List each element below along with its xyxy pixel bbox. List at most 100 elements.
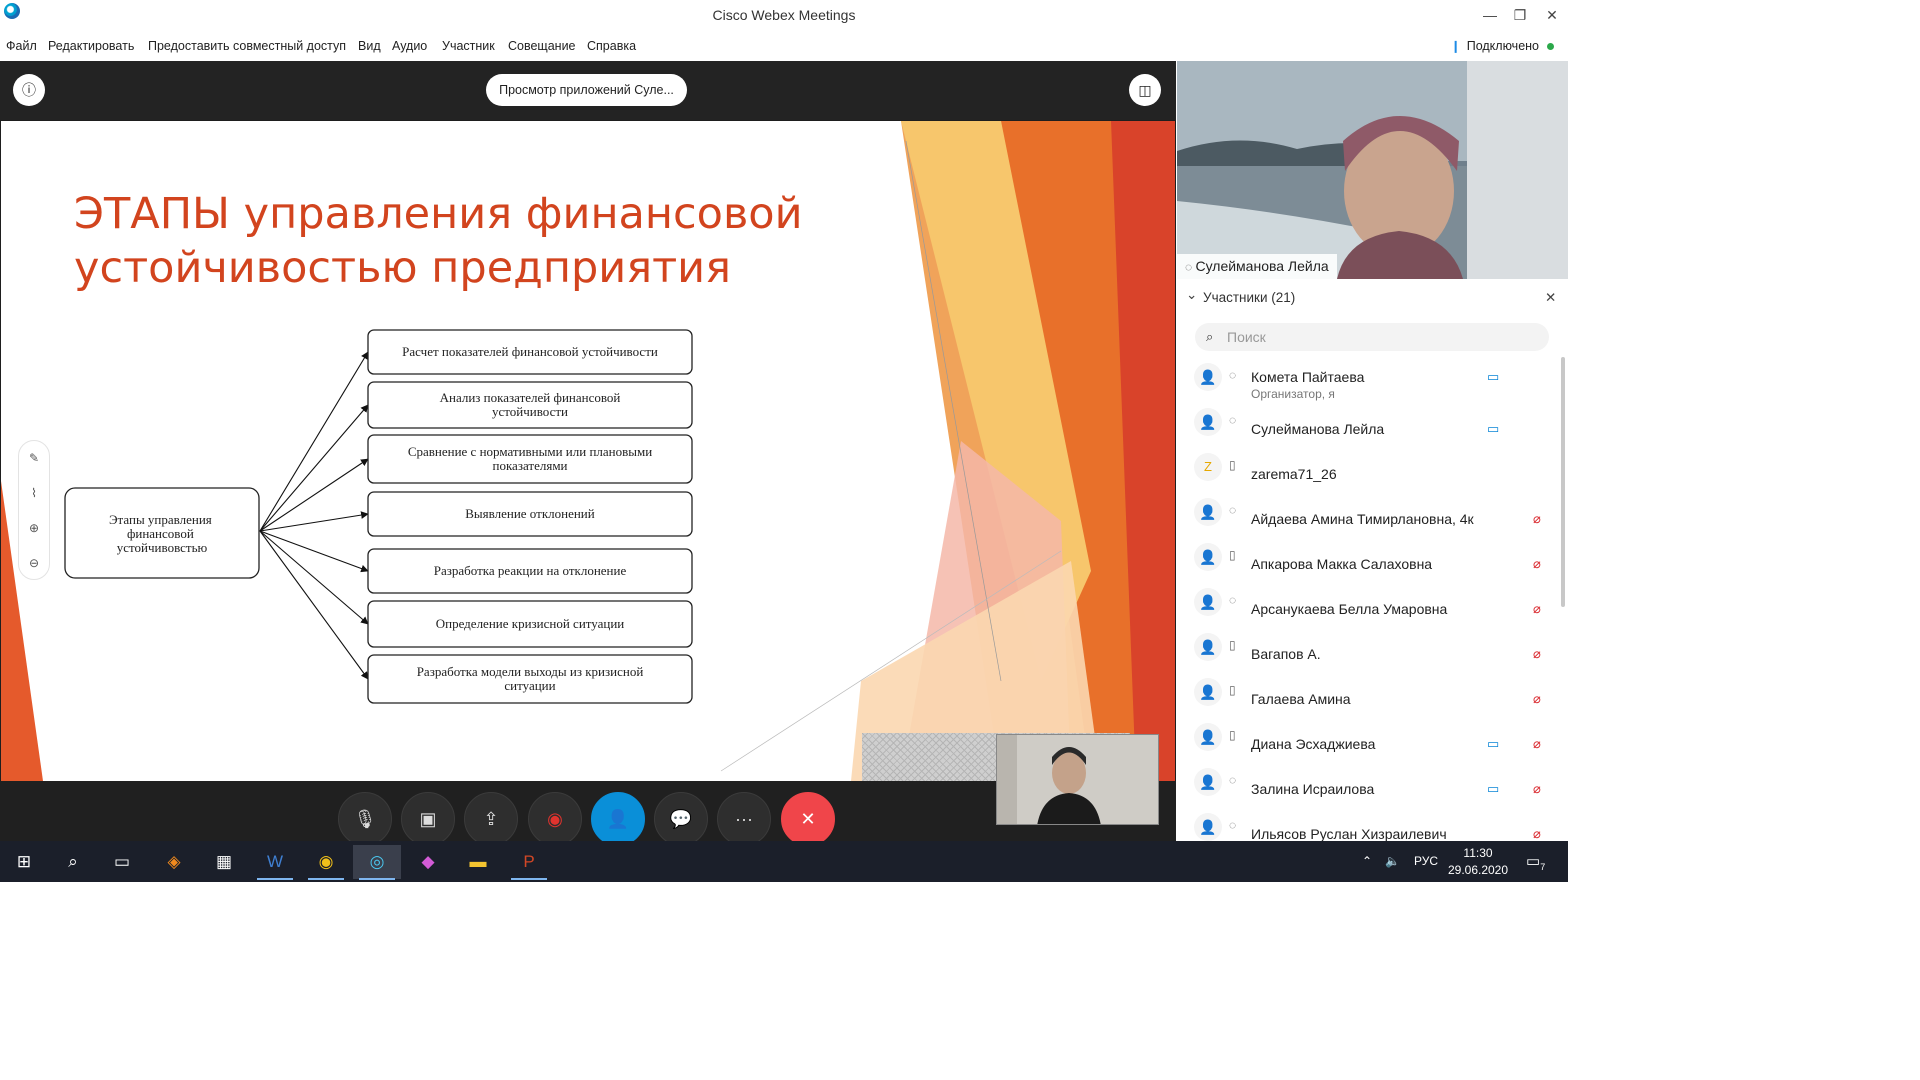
menu-audio[interactable]: Аудио	[392, 39, 427, 53]
participant-row[interactable]: 👤 ◌ Комета Пайтаева Организатор, я ▭	[1177, 357, 1557, 402]
annotation-toolbar: ✎ ⌇ ⊕ ⊖	[18, 440, 50, 580]
headset-icon: ◌	[1229, 368, 1237, 382]
active-speaker-video[interactable]: ◌ Сулейманова Лейла	[1177, 61, 1568, 279]
participant-name: Залина Исраилова	[1251, 781, 1375, 797]
participants-panel-header: ⌄ Участники (21) ✕	[1177, 287, 1568, 309]
participant-role: Организатор, я	[1251, 387, 1335, 401]
explorer-icon[interactable]: ▬	[454, 845, 502, 879]
center-line-1: Этапы управления	[109, 512, 212, 527]
speaker-video-image	[1177, 61, 1568, 279]
menu-view[interactable]: Вид	[358, 39, 381, 53]
chrome-icon[interactable]: ◉	[302, 845, 350, 880]
leave-button[interactable]: ✕	[781, 792, 835, 846]
muted-mic-icon[interactable]: ⌀	[1533, 511, 1541, 527]
tray-chevron-icon[interactable]: ⌃	[1362, 841, 1372, 882]
calculator-icon[interactable]: ▦	[200, 845, 248, 879]
participant-row[interactable]: 👤 ▯ Галаева Амина ⌀	[1177, 672, 1557, 717]
webex-icon[interactable]: ◎	[353, 845, 401, 880]
user-avatar-icon: 👤	[1194, 768, 1222, 796]
participant-row[interactable]: 👤 ◌ Айдаева Амина Тимирлановна, 4к ⌀	[1177, 492, 1557, 537]
stage-box-line: Разработка модели выходы из кризисной	[417, 664, 644, 679]
muted-mic-icon[interactable]: ⌀	[1533, 826, 1541, 841]
restore-button[interactable]: ❐	[1505, 5, 1535, 25]
phone-icon: ▯	[1229, 638, 1236, 652]
windows-start-icon[interactable]: ⊞	[0, 845, 48, 879]
participant-name: Диана Эсхаджиева	[1251, 736, 1376, 752]
notifications-icon[interactable]: ▭7	[1526, 841, 1545, 882]
record-button[interactable]: ◉	[528, 792, 582, 846]
muted-mic-icon[interactable]: ⌀	[1533, 736, 1541, 752]
close-panel-icon[interactable]: ✕	[1545, 290, 1556, 306]
info-icon[interactable]: ⓘ	[13, 74, 45, 106]
menu-edit[interactable]: Редактировать	[48, 39, 134, 53]
participants-button[interactable]: 👤	[591, 792, 645, 846]
participant-name: Вагапов А.	[1251, 646, 1321, 662]
arrow-2	[259, 404, 369, 532]
video-camera-icon[interactable]: ▭	[1487, 781, 1499, 797]
participant-name: Арсанукаева Белла Умаровна	[1251, 601, 1448, 617]
powerpoint-icon[interactable]: P	[505, 845, 553, 880]
zoom-in-icon[interactable]: ⊕	[19, 511, 49, 546]
share-button[interactable]: ⇪	[464, 792, 518, 846]
user-avatar-icon: 👤	[1194, 588, 1222, 616]
chat-button[interactable]: 💬	[654, 792, 708, 846]
zoom-out-icon[interactable]: ⊖	[19, 546, 49, 581]
participant-row[interactable]: 👤 ◌ Сулейманова Лейла ▭	[1177, 402, 1557, 447]
avast-icon[interactable]: ◈	[150, 845, 198, 879]
muted-mic-icon[interactable]: ⌀	[1533, 781, 1541, 797]
minimize-button[interactable]: —	[1475, 5, 1505, 25]
self-view-video[interactable]	[996, 734, 1159, 825]
participant-name: Комета Пайтаева	[1251, 369, 1365, 385]
pointer-icon[interactable]: ⌇	[19, 476, 49, 511]
stage-box-text-5: Разработка реакции на отклонение	[434, 563, 627, 578]
arrow-5	[259, 530, 369, 573]
language-indicator[interactable]: РУС	[1414, 841, 1438, 882]
mute-button[interactable]: 🎙	[338, 792, 392, 846]
arrow-6	[259, 530, 369, 625]
video-camera-icon[interactable]: ▭	[1487, 369, 1499, 385]
stage-box-line: ситуации	[504, 678, 555, 693]
participant-row[interactable]: 👤 ▯ Диана Эсхаджиева ▭ ⌀	[1177, 717, 1557, 762]
stage-box-line: Выявление отклонений	[465, 506, 594, 521]
participant-row[interactable]: 👤 ◌ Залина Исраилова ▭ ⌀	[1177, 762, 1557, 807]
participant-row[interactable]: 👤 ▯ Вагапов А. ⌀	[1177, 627, 1557, 672]
video-camera-icon[interactable]: ▭	[1487, 421, 1499, 437]
layout-icon[interactable]: ◫	[1129, 74, 1161, 106]
participant-row[interactable]: 👤 ▯ Апкарова Макка Салаховна ⌀	[1177, 537, 1557, 582]
paint3d-icon[interactable]: ◆	[404, 845, 452, 879]
stage-box-text-6: Определение кризисной ситуации	[436, 616, 625, 631]
menu-share[interactable]: Предоставить совместный доступ	[148, 39, 346, 53]
center-line-3: устойчивовстью	[117, 540, 208, 555]
word-icon[interactable]: W	[251, 845, 299, 880]
participant-row[interactable]: 👤 ◌ Ильясов Руслан Хизраилевич ⌀	[1177, 807, 1557, 841]
arrow-3	[259, 458, 369, 532]
share-viewing-label[interactable]: Просмотр приложений Суле...	[486, 74, 687, 106]
menu-meeting[interactable]: Совещание	[508, 39, 576, 53]
content-stage: ⓘ Просмотр приложений Суле... ◫ ЭТАПЫ уп…	[0, 61, 1176, 846]
menu-help[interactable]: Справка	[587, 39, 636, 53]
muted-mic-icon[interactable]: ⌀	[1533, 601, 1541, 617]
video-camera-icon[interactable]: ▭	[1487, 736, 1499, 752]
close-window-button[interactable]: ✕	[1537, 5, 1567, 25]
menu-file[interactable]: Файл	[6, 39, 37, 53]
participants-scrollbar[interactable]	[1561, 357, 1565, 607]
menu-participant[interactable]: Участник	[442, 39, 495, 53]
notification-count: 7	[1540, 862, 1546, 872]
task-view-icon[interactable]: ▭	[98, 845, 146, 879]
video-button[interactable]: ▣	[401, 792, 455, 846]
search-icon[interactable]: ⌕	[49, 845, 97, 879]
muted-mic-icon[interactable]: ⌀	[1533, 556, 1541, 572]
participants-search-input[interactable]: ⌕ Поиск	[1195, 323, 1549, 351]
menu-bar: Файл Редактировать Предоставить совместн…	[0, 34, 1568, 60]
collapse-chevron-icon[interactable]: ⌄	[1186, 287, 1197, 303]
participant-row[interactable]: Z ▯ zarema71_26	[1177, 447, 1557, 492]
stage-box-text-1: Расчет показателей финансовой устойчивос…	[402, 344, 658, 359]
system-clock[interactable]: 11:30 29.06.2020	[1442, 845, 1514, 879]
participant-row[interactable]: 👤 ◌ Арсанукаева Белла Умаровна ⌀	[1177, 582, 1557, 627]
more-button[interactable]: ···	[717, 792, 771, 846]
user-avatar-icon: 👤	[1194, 723, 1222, 751]
pen-icon[interactable]: ✎	[19, 441, 49, 476]
muted-mic-icon[interactable]: ⌀	[1533, 691, 1541, 707]
volume-icon[interactable]: 🔈	[1385, 841, 1400, 882]
muted-mic-icon[interactable]: ⌀	[1533, 646, 1541, 662]
